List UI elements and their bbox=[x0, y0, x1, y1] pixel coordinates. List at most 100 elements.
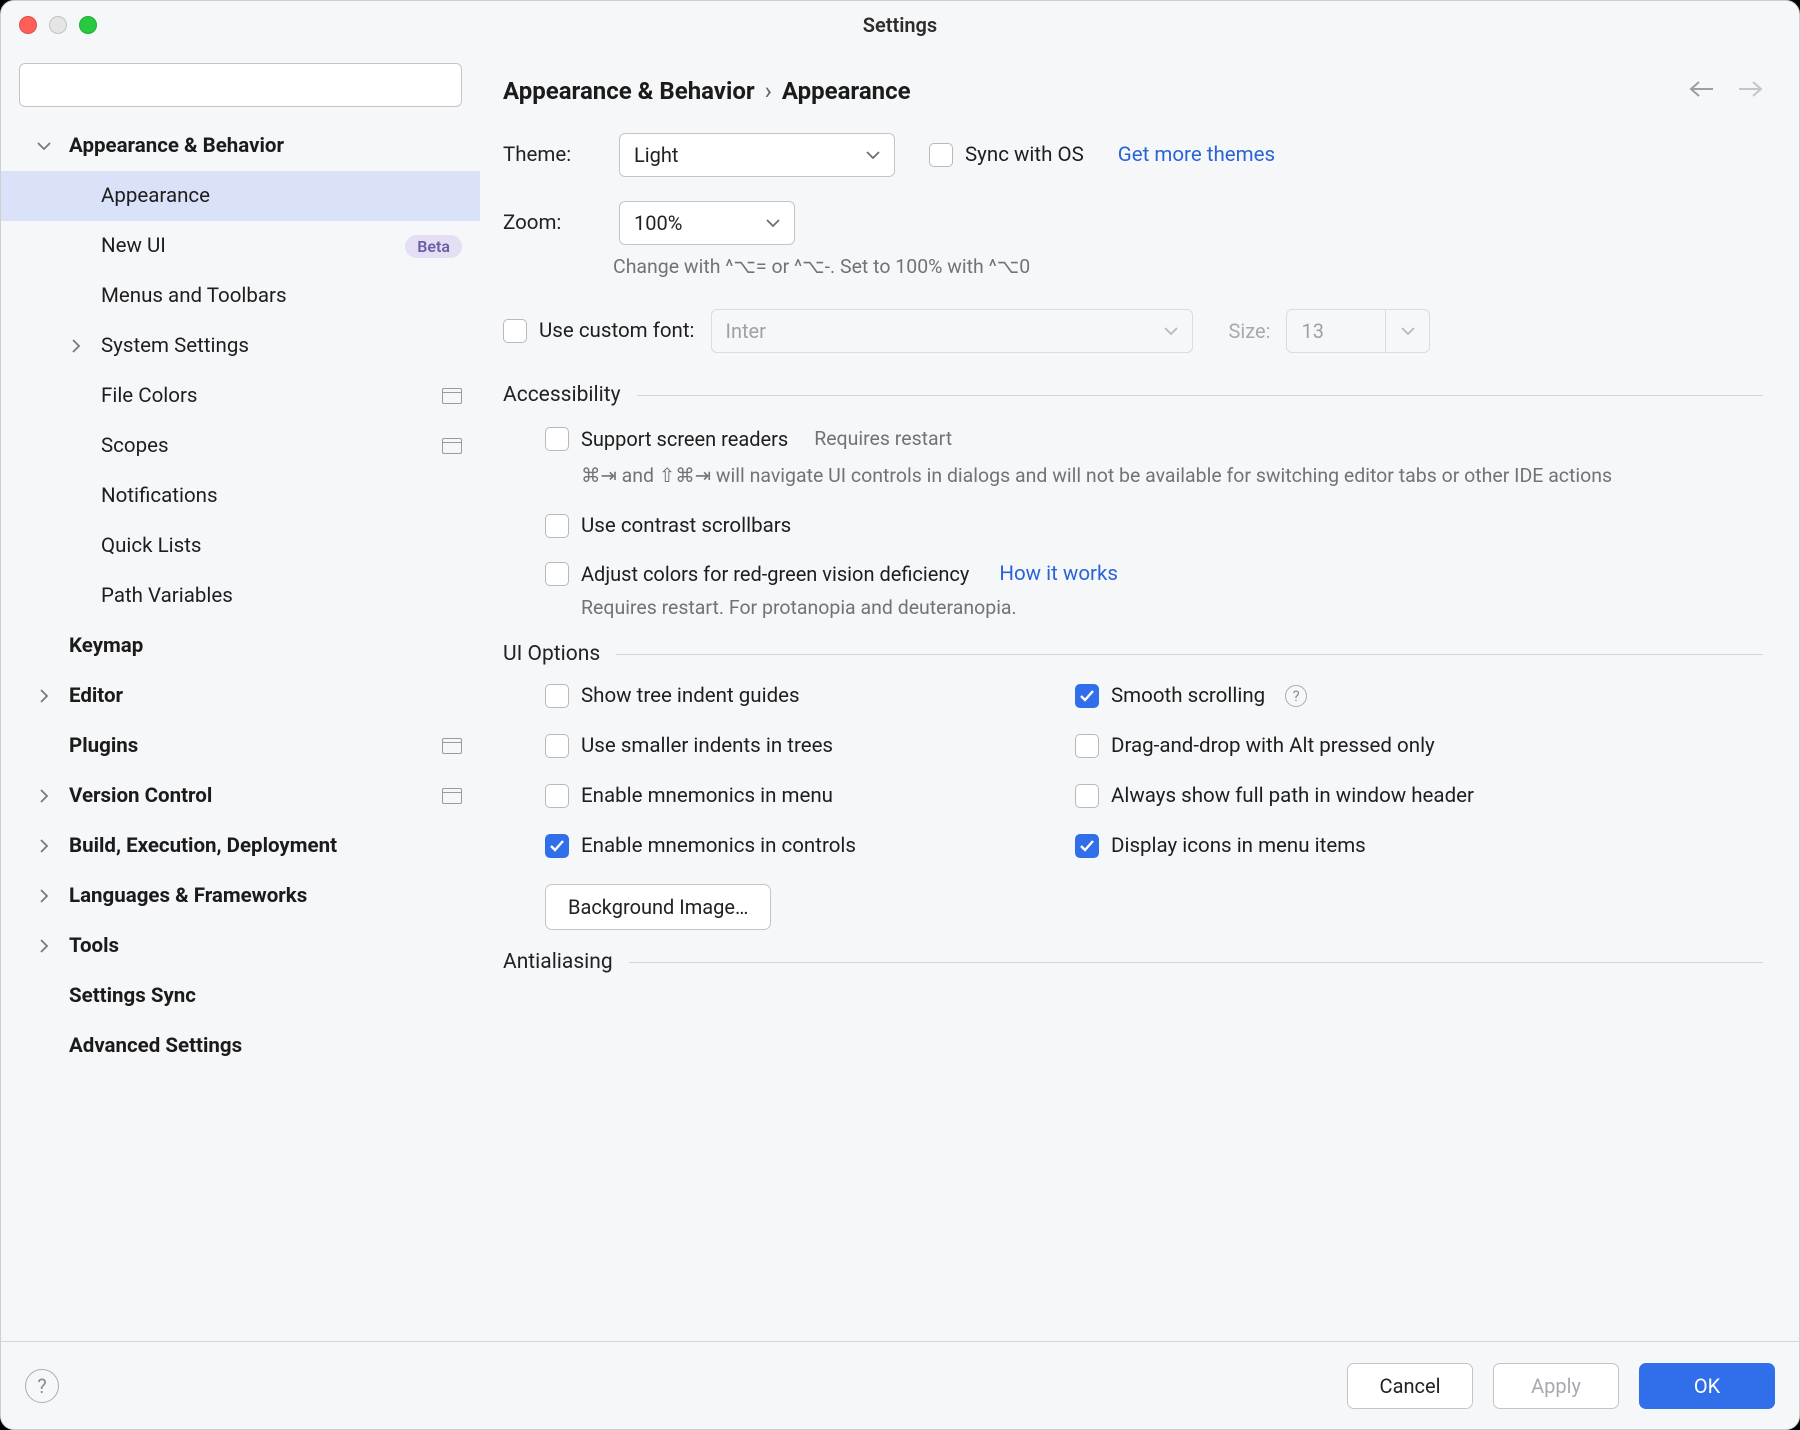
sidebar-item[interactable]: Settings Sync bbox=[1, 971, 480, 1021]
ok-button[interactable]: OK bbox=[1639, 1363, 1775, 1409]
sync-os-checkbox-wrapper[interactable]: Sync with OS bbox=[929, 143, 1084, 167]
sidebar-item-label: System Settings bbox=[101, 334, 462, 358]
smaller-indents-checkbox[interactable] bbox=[545, 734, 569, 758]
use-custom-font-checkbox-wrapper[interactable]: Use custom font: bbox=[503, 319, 695, 343]
display-icons-label: Display icons in menu items bbox=[1111, 834, 1366, 858]
mnemonics-controls-wrapper[interactable]: Enable mnemonics in controls bbox=[545, 834, 1075, 858]
mnemonics-menu-label: Enable mnemonics in menu bbox=[581, 784, 833, 808]
full-path-wrapper[interactable]: Always show full path in window header bbox=[1075, 784, 1763, 808]
mnemonics-controls-checkbox[interactable] bbox=[545, 834, 569, 858]
sidebar-item[interactable]: Version Control bbox=[1, 771, 480, 821]
background-image-button[interactable]: Background Image… bbox=[545, 884, 771, 930]
sidebar-item[interactable]: Tools bbox=[1, 921, 480, 971]
adjust-colors-checkbox[interactable] bbox=[545, 562, 569, 586]
breadcrumb-row: Appearance & Behavior › Appearance bbox=[503, 77, 1763, 105]
dnd-alt-checkbox[interactable] bbox=[1075, 734, 1099, 758]
how-it-works-link[interactable]: How it works bbox=[999, 562, 1118, 586]
smooth-scrolling-label: Smooth scrolling bbox=[1111, 684, 1265, 708]
contrast-scrollbars-checkbox[interactable] bbox=[545, 514, 569, 538]
font-select[interactable]: Inter bbox=[711, 309, 1193, 353]
dnd-alt-wrapper[interactable]: Drag-and-drop with Alt pressed only bbox=[1075, 734, 1763, 758]
main-panel: Appearance & Behavior › Appearance bbox=[481, 49, 1799, 1341]
sidebar-item-label: Version Control bbox=[69, 784, 442, 808]
zoom-hint: Change with ^⌥= or ^⌥-. Set to 100% with… bbox=[503, 253, 1763, 281]
sidebar-item-label: Quick Lists bbox=[101, 534, 462, 558]
smooth-scrolling-wrapper[interactable]: Smooth scrolling ? bbox=[1075, 684, 1763, 708]
smaller-indents-label: Use smaller indents in trees bbox=[581, 734, 833, 758]
chevron-right-icon[interactable] bbox=[19, 839, 69, 853]
config-scope-icon bbox=[442, 738, 462, 754]
sidebar-item[interactable]: Build, Execution, Deployment bbox=[1, 821, 480, 871]
sidebar-item[interactable]: New UIBeta bbox=[1, 221, 480, 271]
sync-os-checkbox[interactable] bbox=[929, 143, 953, 167]
sidebar-item-label: Path Variables bbox=[101, 584, 462, 608]
nav-back-button[interactable] bbox=[1689, 79, 1715, 103]
display-icons-checkbox[interactable] bbox=[1075, 834, 1099, 858]
window-maximize-button[interactable] bbox=[79, 16, 97, 34]
support-screen-readers-checkbox[interactable] bbox=[545, 427, 569, 451]
chevron-right-icon[interactable] bbox=[19, 689, 69, 703]
dnd-alt-label: Drag-and-drop with Alt pressed only bbox=[1111, 734, 1435, 758]
chevron-right-icon[interactable] bbox=[19, 789, 69, 803]
section-rule bbox=[637, 395, 1763, 396]
tree-indent-guides-wrapper[interactable]: Show tree indent guides bbox=[545, 684, 1075, 708]
help-icon[interactable]: ? bbox=[1285, 685, 1307, 707]
footer-help-button[interactable]: ? bbox=[25, 1369, 59, 1403]
adjust-colors-label: Adjust colors for red-green vision defic… bbox=[581, 562, 969, 586]
sidebar-item-label: Advanced Settings bbox=[69, 1034, 462, 1058]
mnemonics-menu-wrapper[interactable]: Enable mnemonics in menu bbox=[545, 784, 1075, 808]
sidebar-item[interactable]: Notifications bbox=[1, 471, 480, 521]
zoom-select[interactable]: 100% bbox=[619, 201, 795, 245]
full-path-label: Always show full path in window header bbox=[1111, 784, 1474, 808]
font-size-stepper[interactable]: 13 bbox=[1286, 309, 1430, 353]
breadcrumb-parent[interactable]: Appearance & Behavior bbox=[503, 77, 755, 105]
sidebar-item[interactable]: Scopes bbox=[1, 421, 480, 471]
sidebar-item[interactable]: Plugins bbox=[1, 721, 480, 771]
tree-indent-guides-checkbox[interactable] bbox=[545, 684, 569, 708]
sidebar-item[interactable]: File Colors bbox=[1, 371, 480, 421]
sidebar-item[interactable]: Languages & Frameworks bbox=[1, 871, 480, 921]
smaller-indents-wrapper[interactable]: Use smaller indents in trees bbox=[545, 734, 1075, 758]
chevron-down-icon[interactable] bbox=[19, 141, 69, 151]
sidebar-item[interactable]: Appearance & Behavior bbox=[1, 121, 480, 171]
sidebar-item[interactable]: Advanced Settings bbox=[1, 1021, 480, 1071]
nav-forward-button[interactable] bbox=[1737, 79, 1763, 103]
chevron-right-icon[interactable] bbox=[19, 939, 69, 953]
screen-readers-hint: ⌘⇥ and ⇧⌘⇥ will navigate UI controls in … bbox=[545, 462, 1655, 490]
antialiasing-section: Antialiasing bbox=[503, 950, 1763, 974]
traffic-lights bbox=[19, 16, 97, 34]
sidebar-item[interactable]: Path Variables bbox=[1, 571, 480, 621]
apply-button[interactable]: Apply bbox=[1493, 1363, 1619, 1409]
search-input[interactable] bbox=[19, 63, 462, 107]
sidebar-item[interactable]: Appearance bbox=[1, 171, 480, 221]
contrast-scrollbars-wrapper[interactable]: Use contrast scrollbars bbox=[545, 514, 1763, 538]
theme-value: Light bbox=[634, 143, 678, 167]
theme-select[interactable]: Light bbox=[619, 133, 895, 177]
sidebar-item-label: Appearance bbox=[101, 184, 462, 208]
breadcrumb: Appearance & Behavior › Appearance bbox=[503, 77, 911, 105]
chevron-right-icon[interactable] bbox=[51, 339, 101, 353]
support-screen-readers-label: Support screen readers bbox=[581, 427, 788, 451]
cancel-button[interactable]: Cancel bbox=[1347, 1363, 1473, 1409]
get-themes-link[interactable]: Get more themes bbox=[1118, 143, 1275, 167]
form-scroll-pane[interactable]: Theme: Light Sync with OS Get more theme… bbox=[503, 133, 1763, 1329]
chevron-right-icon[interactable] bbox=[19, 889, 69, 903]
mnemonics-controls-label: Enable mnemonics in controls bbox=[581, 834, 856, 858]
window-close-button[interactable] bbox=[19, 16, 37, 34]
display-icons-wrapper[interactable]: Display icons in menu items bbox=[1075, 834, 1763, 858]
use-custom-font-checkbox[interactable] bbox=[503, 319, 527, 343]
sync-os-label: Sync with OS bbox=[965, 143, 1084, 167]
size-label: Size: bbox=[1229, 319, 1271, 343]
sidebar-item[interactable]: Keymap bbox=[1, 621, 480, 671]
window-minimize-button[interactable] bbox=[49, 16, 67, 34]
sidebar-item[interactable]: Menus and Toolbars bbox=[1, 271, 480, 321]
smooth-scrolling-checkbox[interactable] bbox=[1075, 684, 1099, 708]
chevron-down-icon bbox=[1164, 326, 1178, 336]
sidebar-item[interactable]: Editor bbox=[1, 671, 480, 721]
theme-label: Theme: bbox=[503, 143, 603, 167]
sidebar-item[interactable]: System Settings bbox=[1, 321, 480, 371]
mnemonics-menu-checkbox[interactable] bbox=[545, 784, 569, 808]
full-path-checkbox[interactable] bbox=[1075, 784, 1099, 808]
sidebar-item[interactable]: Quick Lists bbox=[1, 521, 480, 571]
contrast-scrollbars-label: Use contrast scrollbars bbox=[581, 514, 791, 538]
